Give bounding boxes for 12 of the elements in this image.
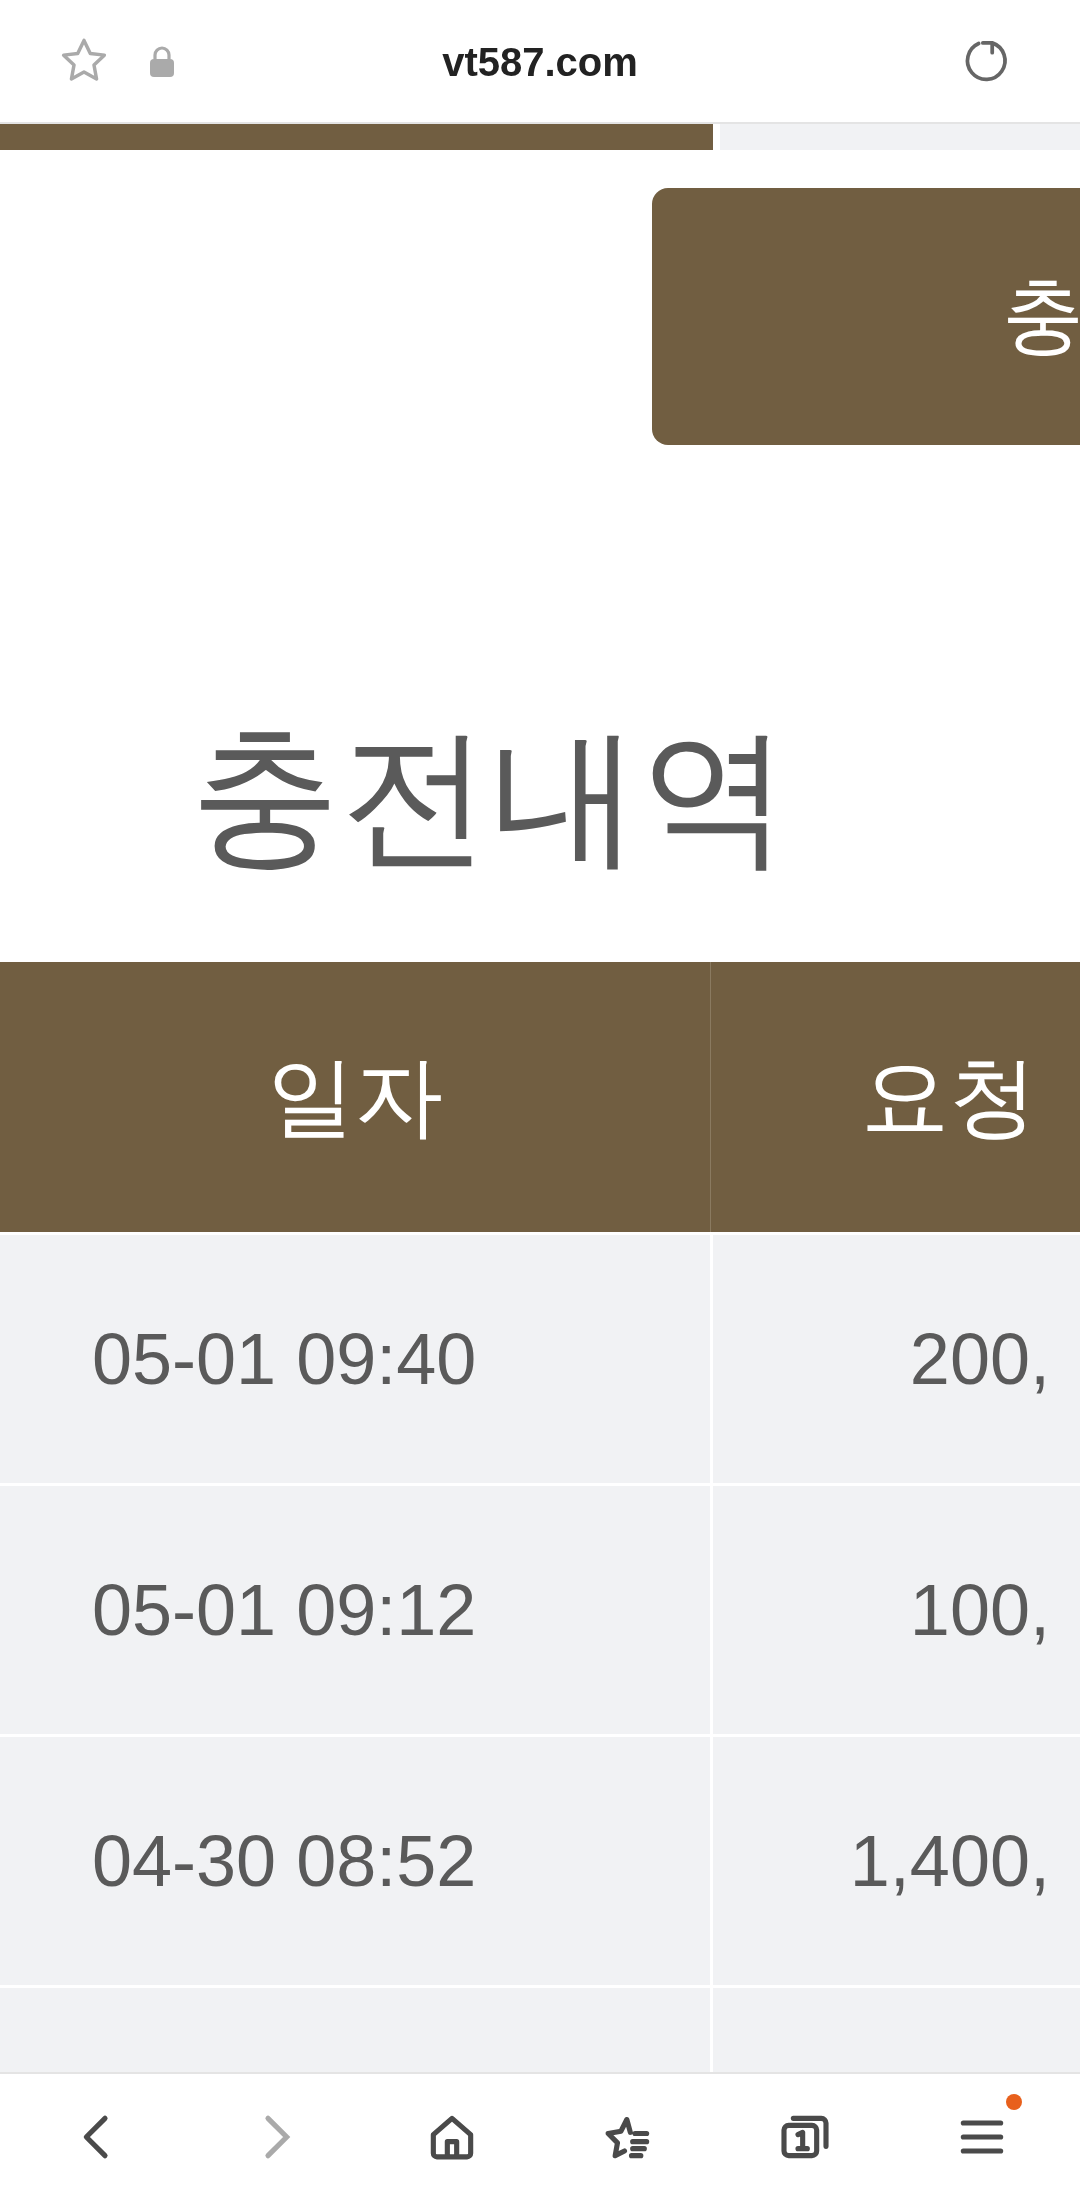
page-title: 충전내역 (190, 707, 790, 885)
url-text[interactable]: vt587.com (0, 40, 1080, 85)
column-header: 일자 (0, 962, 710, 1232)
table-cell: 05-01 09:40 (0, 1235, 710, 1483)
table-cell: 04-30 08:52 (0, 1737, 710, 1985)
charge-button[interactable]: 충 (652, 188, 1080, 445)
lock-icon (148, 45, 176, 77)
table-cell: 100, (713, 1486, 1080, 1734)
table-cell: 1,400, (713, 1737, 1080, 1985)
column-header: 요청 (710, 962, 1080, 1232)
table-cell: 200, (713, 1235, 1080, 1483)
table-cell: 05-01 09:12 (0, 1486, 710, 1734)
